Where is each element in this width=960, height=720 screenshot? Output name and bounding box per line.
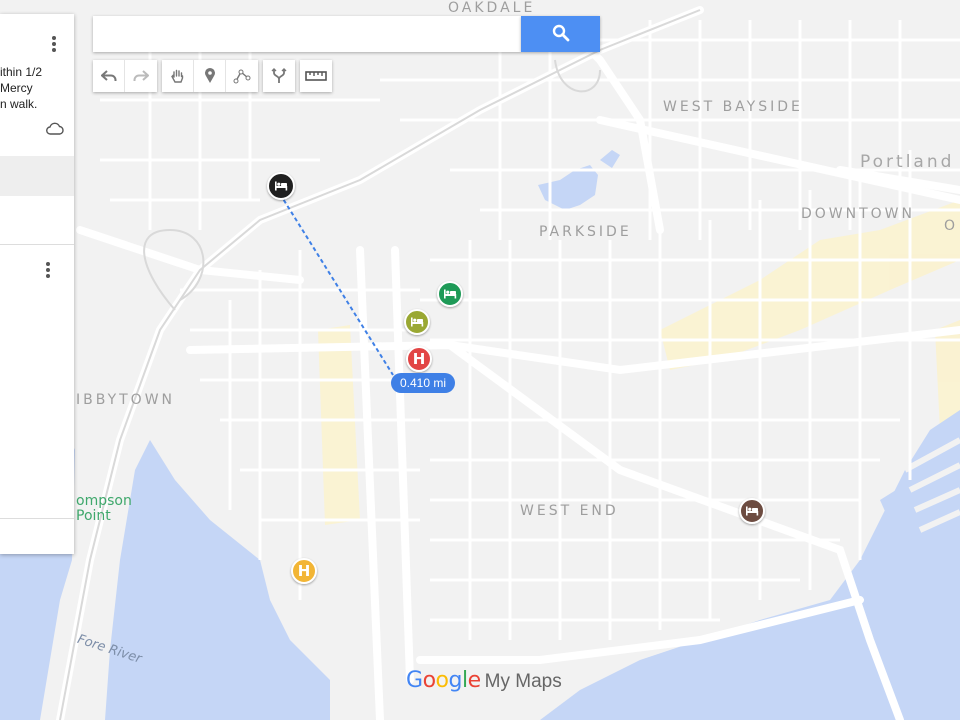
layer-description: ithin 1/2 Mercy n walk. [0,65,43,111]
label-parkside: PARKSIDE [539,224,632,240]
undo-button[interactable] [93,60,125,92]
side-panel: ithin 1/2 Mercy n walk. [0,14,74,554]
undo-icon [100,70,116,81]
draw-line-button[interactable] [226,60,258,92]
lodging-marker[interactable] [267,172,295,200]
measure-group [300,60,332,92]
label-downtown: DOWNTOWN [801,206,916,222]
hospital-marker[interactable]: H [406,346,432,372]
more-vert-icon[interactable] [52,36,56,54]
directions-icon [271,68,287,83]
label-west-end: WEST END [520,503,619,519]
hospital-marker[interactable]: H [291,558,317,584]
more-vert-icon[interactable] [46,262,50,280]
google-my-maps-logo: Google My Maps [406,667,562,693]
selected-layer-row[interactable] [0,156,74,196]
undo-redo-group [93,60,157,92]
directions-button[interactable] [263,60,295,92]
add-marker-button[interactable] [194,60,226,92]
ruler-icon [305,71,327,81]
divider [0,244,74,245]
label-libbytown: IBBYTOWN [76,392,176,408]
search-button[interactable] [521,16,600,52]
bed-icon [275,181,288,191]
search-icon [552,24,569,41]
product-name: My Maps [484,671,562,692]
distance-label: 0.410 mi [391,373,455,393]
line-icon [233,69,251,84]
draw-tools-group [162,60,258,92]
map-canvas[interactable] [0,0,960,720]
lodging-marker[interactable] [437,281,463,307]
hand-icon [170,69,183,83]
label-portland: Portland [860,152,955,172]
measure-button[interactable] [300,60,332,92]
search-input[interactable] [93,16,521,52]
bed-icon [746,506,759,516]
lodging-marker[interactable] [739,498,765,524]
bed-icon [444,289,457,299]
cloud-icon[interactable] [46,122,64,135]
pin-icon [204,68,215,83]
divider [0,518,74,519]
directions-group [263,60,295,92]
label-oakdale: OAKDALE [448,0,536,16]
label-west-bayside: WEST BAYSIDE [663,99,803,115]
redo-icon [133,70,149,81]
bed-icon [411,317,424,327]
select-tool-button[interactable] [162,60,194,92]
lodging-marker[interactable] [404,309,430,335]
label-thompson-point: ompson Point [76,493,132,524]
google-wordmark: Google [406,668,481,693]
label-downtown-cut: O [944,218,959,234]
redo-button[interactable] [125,60,157,92]
